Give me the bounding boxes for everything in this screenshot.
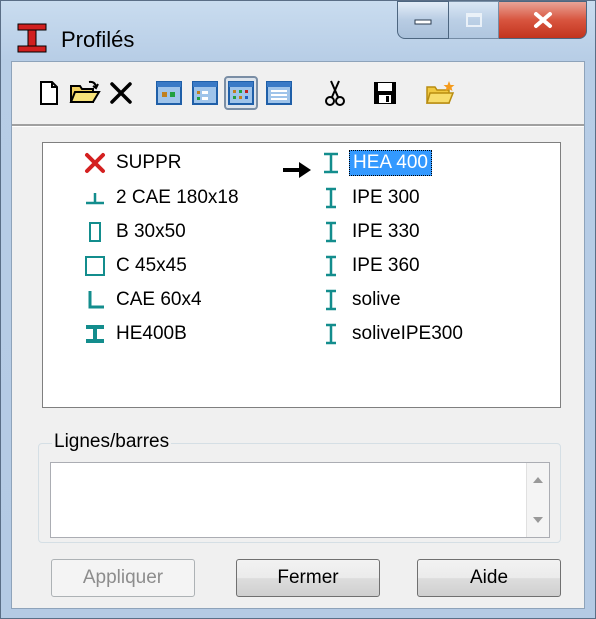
new-folder-icon <box>425 81 455 104</box>
scroll-down-icon[interactable] <box>533 517 543 523</box>
help-button[interactable]: Aide <box>417 559 561 597</box>
i-beam-profile-icon <box>324 152 338 174</box>
list-item[interactable]: 2 CAE 180x18 <box>81 183 242 213</box>
list-item[interactable]: HEA 400 <box>317 148 432 178</box>
list-item-label: CAE 60x4 <box>116 289 202 310</box>
view-list-button[interactable] <box>224 76 258 110</box>
i-beam-profile-icon <box>326 289 336 311</box>
list-item[interactable]: IPE 360 <box>317 251 423 281</box>
rectangle-profile-icon <box>89 222 101 242</box>
list-item[interactable]: C 45x45 <box>81 251 190 281</box>
i-beam-profile-icon <box>326 255 336 277</box>
list-item[interactable]: solive <box>317 285 404 315</box>
maximize-button[interactable] <box>449 1 499 39</box>
minimize-button[interactable] <box>397 1 449 39</box>
new-button[interactable] <box>32 76 66 110</box>
list-item-label: B 30x50 <box>116 221 186 242</box>
close-icon <box>533 12 552 28</box>
i-beam-profile-icon <box>326 221 336 243</box>
view-small-icons-button[interactable] <box>188 76 222 110</box>
i-beam-profile-icon <box>326 187 336 209</box>
delete-icon <box>110 82 132 104</box>
view-large-icons-icon <box>156 81 182 105</box>
list-item-label: soliveIPE300 <box>352 323 463 344</box>
list-item-label: C 45x45 <box>116 255 187 276</box>
open-button[interactable] <box>68 76 102 110</box>
view-list-icon <box>228 81 254 105</box>
close-window-button[interactable] <box>499 1 587 39</box>
list-item[interactable]: IPE 300 <box>317 183 423 213</box>
apply-button[interactable]: Appliquer <box>51 559 195 597</box>
profile-list[interactable]: SUPPR 2 CAE 180x18 B 30x50 C 45x45 CAE 6… <box>42 142 561 408</box>
view-small-icons-icon <box>192 81 218 105</box>
close-button[interactable]: Fermer <box>236 559 380 597</box>
current-profile-arrow-icon <box>283 162 311 178</box>
angle-profile-icon <box>88 291 104 309</box>
minimize-icon <box>414 19 432 25</box>
delete-button[interactable] <box>104 76 138 110</box>
list-item[interactable]: HE400B <box>81 319 190 349</box>
list-item[interactable]: SUPPR <box>81 148 184 178</box>
lines-field[interactable] <box>50 462 550 538</box>
title-bar[interactable]: Profilés <box>1 1 595 61</box>
i-beam-profile-icon <box>326 323 336 345</box>
list-item-label: SUPPR <box>116 152 182 173</box>
dialog-client: SUPPR 2 CAE 180x18 B 30x50 C 45x45 CAE 6… <box>11 61 585 609</box>
new-folder-button[interactable] <box>424 76 458 110</box>
window-controls <box>397 1 587 41</box>
lines-scrollbar[interactable] <box>526 463 549 537</box>
list-item[interactable]: CAE 60x4 <box>81 285 205 315</box>
window-title: Profilés <box>61 27 135 52</box>
i-beam-app-icon <box>17 23 47 53</box>
list-item[interactable]: B 30x50 <box>81 217 189 247</box>
toolbar <box>12 62 584 124</box>
list-item-label: IPE 330 <box>352 221 420 242</box>
cut-button[interactable] <box>318 76 352 110</box>
list-item[interactable]: soliveIPE300 <box>317 319 466 349</box>
list-item-label: IPE 360 <box>352 255 420 276</box>
list-item-label: IPE 300 <box>352 187 420 208</box>
save-button[interactable] <box>368 76 402 110</box>
toolbar-separator <box>12 124 584 127</box>
view-details-button[interactable] <box>262 76 296 110</box>
open-folder-icon <box>69 80 101 103</box>
view-details-icon <box>266 81 292 105</box>
square-profile-icon <box>85 256 105 276</box>
save-icon <box>374 82 396 104</box>
h-beam-profile-icon <box>86 325 104 343</box>
maximize-icon <box>465 13 482 27</box>
list-item-label: HE400B <box>116 323 187 344</box>
view-large-icons-button[interactable] <box>152 76 186 110</box>
scroll-up-icon[interactable] <box>533 477 543 483</box>
list-item-label: HEA 400 <box>349 150 432 176</box>
list-item-label: 2 CAE 180x18 <box>116 187 239 208</box>
list-item[interactable]: IPE 330 <box>317 217 423 247</box>
lines-group-label: Lignes/barres <box>52 431 172 453</box>
profiles-window: Profilés SUPPR 2 CAE 180x18 B 30x50 C 45… <box>0 0 596 619</box>
delete-x-icon <box>85 153 105 173</box>
new-document-icon <box>40 81 58 105</box>
list-item-label: solive <box>352 289 401 310</box>
double-angle-profile-icon <box>86 193 104 205</box>
cut-icon <box>325 80 345 106</box>
